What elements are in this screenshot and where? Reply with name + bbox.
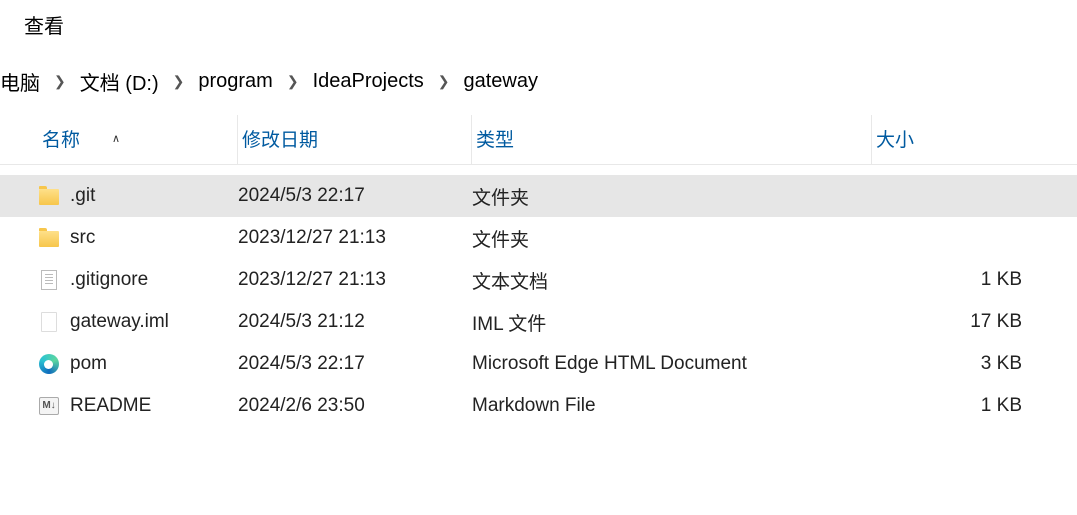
chevron-right-icon: ❯ [165,73,193,90]
folder-icon [38,185,60,207]
file-row[interactable]: pom 2024/5/3 22:17Microsoft Edge HTML Doc… [0,343,1077,385]
column-header-date[interactable]: 修改日期 [238,115,472,164]
column-header-label: 名称 [42,125,80,152]
breadcrumb-item[interactable]: 电脑 [0,67,46,96]
breadcrumb-item[interactable]: program [192,70,278,93]
file-size: 1 KB [872,395,1034,417]
file-type: Microsoft Edge HTML Document [472,353,872,375]
breadcrumb-item[interactable]: 文档 (D:) [74,67,165,96]
column-header-type[interactable]: 类型 [472,115,872,164]
file-name-cell: M↓ README [38,395,238,417]
file-type: 文件夹 [472,225,872,252]
file-row[interactable]: M↓ README 2024/2/6 23:50Markdown File1 KB [0,385,1077,427]
chevron-right-icon: ❯ [46,73,74,90]
file-type: IML 文件 [472,309,872,336]
file-size: 3 KB [872,353,1034,375]
file-name-cell: .git [38,185,238,207]
breadcrumb-item[interactable]: IdeaProjects [307,70,430,93]
file-name: pom [70,353,107,375]
file-type: 文件夹 [472,183,872,210]
chevron-right-icon: ❯ [430,73,458,90]
file-name: gateway.iml [70,311,169,333]
file-name: README [70,395,151,417]
file-list: .git2024/5/3 22:17文件夹src2023/12/27 21:13… [0,165,1077,427]
file-row[interactable]: .gitignore 2023/12/27 21:13文本文档1 KB [0,259,1077,301]
file-size: 17 KB [872,311,1034,333]
file-date: 2023/12/27 21:13 [238,227,472,249]
file-size: 1 KB [872,269,1034,291]
breadcrumb-item[interactable]: gateway [457,70,544,93]
breadcrumb: 电脑 ❯ 文档 (D:) ❯ program ❯ IdeaProjects ❯ … [0,49,1077,114]
file-name-cell: gateway.iml [38,311,238,333]
chevron-right-icon: ❯ [279,73,307,90]
file-date: 2023/12/27 21:13 [238,269,472,291]
file-row[interactable]: gateway.iml 2024/5/3 21:12IML 文件17 KB [0,301,1077,343]
file-name: src [70,227,95,249]
file-type: 文本文档 [472,267,872,294]
file-row[interactable]: src 2023/12/27 21:13文件夹 [0,217,1077,259]
file-name: .gitignore [70,269,148,291]
menu-view[interactable]: 查看 [24,10,64,39]
file-date: 2024/5/3 22:17 [238,185,472,207]
file-type: Markdown File [472,395,872,417]
file-name-cell: .gitignore [38,269,238,291]
column-header-name[interactable]: 名称 ∧ [38,115,238,164]
folder-icon [38,227,60,249]
markdown-icon: M↓ [38,395,60,417]
file-name-cell: pom [38,353,238,375]
file-name-cell: src [38,227,238,249]
sort-ascending-icon: ∧ [112,132,120,145]
file-date: 2024/5/3 22:17 [238,353,472,375]
edge-browser-icon [38,353,60,375]
column-headers: 名称 ∧ 修改日期 类型 大小 [0,114,1077,165]
menu-bar: 查看 [0,0,1077,49]
text-file-icon [38,269,60,291]
file-icon [38,311,60,333]
file-date: 2024/5/3 21:12 [238,311,472,333]
column-header-size[interactable]: 大小 [872,115,1034,164]
file-row[interactable]: .git 2024/5/3 22:17文件夹 [0,175,1077,217]
file-name: .git [70,185,95,207]
file-date: 2024/2/6 23:50 [238,395,472,417]
